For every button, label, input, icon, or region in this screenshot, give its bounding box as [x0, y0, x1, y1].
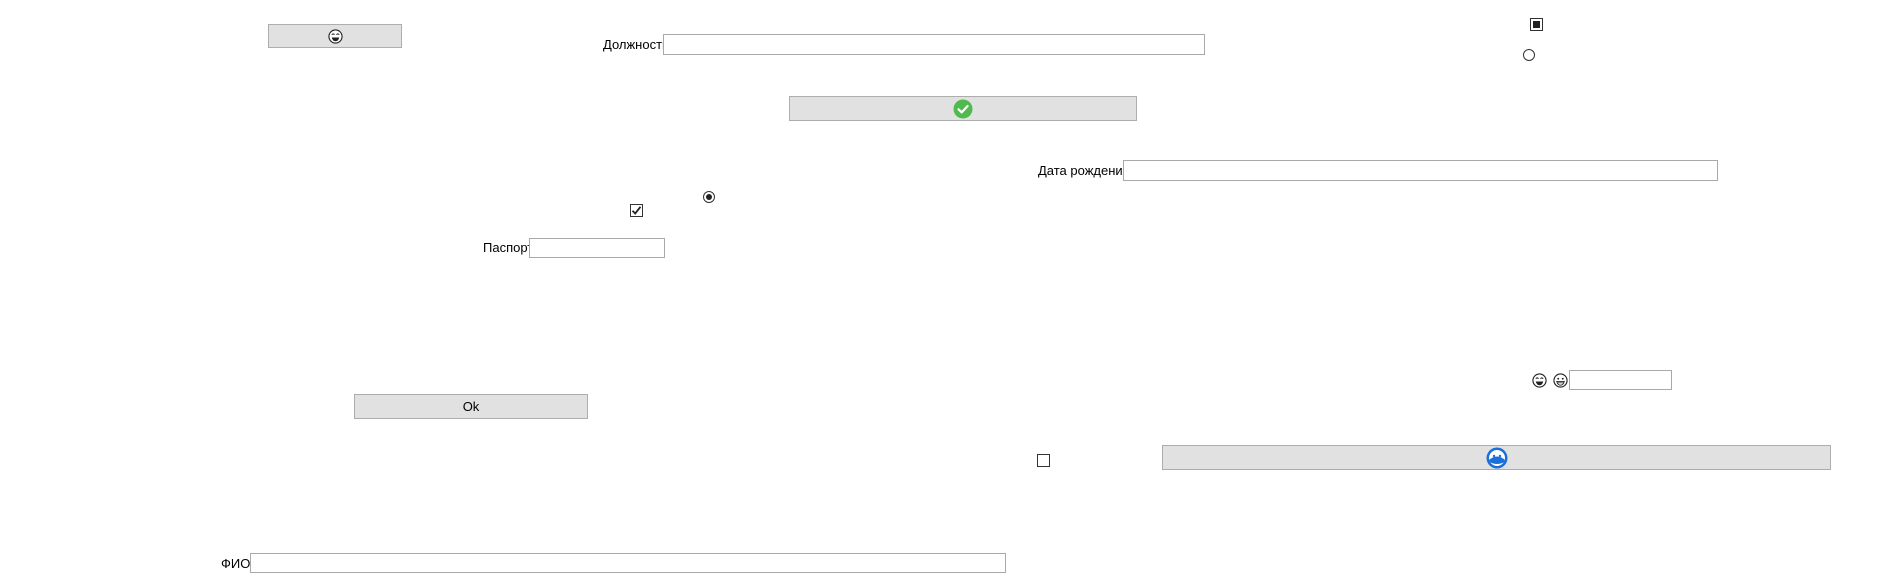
ok-button[interactable]: Ok: [354, 394, 588, 419]
checkbox-middle[interactable]: [630, 204, 643, 217]
checkbox-top-right[interactable]: [1530, 18, 1543, 31]
birth-date-label: Дата рождения: [1038, 163, 1130, 178]
laughing-face-button[interactable]: [268, 24, 402, 48]
laughing-face-icon: [1532, 373, 1547, 388]
fio-label: ФИО: [221, 556, 251, 571]
small-input[interactable]: [1569, 370, 1672, 390]
checkmark-icon: [631, 206, 642, 215]
fio-input[interactable]: [250, 553, 1006, 573]
position-label: Должность: [603, 37, 669, 52]
green-check-circle-icon: [953, 99, 973, 119]
birth-date-input[interactable]: [1123, 160, 1718, 181]
passport-input[interactable]: [529, 238, 665, 258]
laughing-face-icon: [327, 28, 343, 44]
position-input[interactable]: [663, 34, 1205, 55]
radio-dot: [706, 194, 712, 200]
blue-round-logo-icon: [1486, 447, 1508, 469]
checkbox-bottom[interactable]: [1037, 454, 1050, 467]
confirm-button[interactable]: [789, 96, 1137, 121]
grinning-face-icon: [1553, 373, 1568, 388]
logo-button[interactable]: [1162, 445, 1831, 470]
passport-label: Паспорт: [483, 240, 534, 255]
radio-middle[interactable]: [703, 191, 715, 203]
radio-top-right[interactable]: [1523, 49, 1535, 61]
